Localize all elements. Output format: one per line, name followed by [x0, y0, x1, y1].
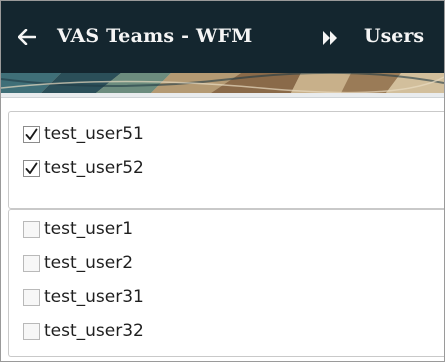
- list-item-test-user1[interactable]: test_user1: [23, 215, 133, 243]
- checkbox-unchecked[interactable]: [23, 254, 40, 272]
- checkmark-icon: [25, 128, 38, 140]
- list-item-test-user51[interactable]: test_user51: [23, 120, 144, 148]
- checkbox-checked[interactable]: [23, 125, 40, 143]
- checkbox-unchecked[interactable]: [23, 288, 40, 306]
- header-bar: VAS Teams - WFM Users: [1, 1, 444, 73]
- checkbox-checked[interactable]: [23, 159, 40, 177]
- back-button[interactable]: [13, 23, 41, 51]
- list-item-test-user52[interactable]: test_user52: [23, 154, 144, 182]
- checkmark-icon: [25, 162, 38, 174]
- checkbox-unchecked[interactable]: [23, 322, 40, 340]
- header-divider: [1, 93, 444, 98]
- user-label: test_user32: [44, 321, 144, 341]
- breadcrumb-team-link[interactable]: VAS Teams - WFM: [57, 25, 252, 47]
- list-item-test-user31[interactable]: test_user31: [23, 283, 144, 311]
- selected-users-list: test_user51 test_user52: [8, 111, 444, 209]
- user-label: test_user51: [44, 124, 144, 144]
- list-item-test-user32[interactable]: test_user32: [23, 317, 144, 345]
- header-decorative-band: [1, 73, 444, 93]
- list-item-test-user2[interactable]: test_user2: [23, 249, 133, 277]
- user-label: test_user52: [44, 158, 144, 178]
- user-label: test_user2: [44, 253, 134, 273]
- arrow-left-icon: [18, 29, 36, 45]
- checkbox-unchecked[interactable]: [23, 220, 40, 238]
- double-chevron-right-icon: [323, 31, 337, 45]
- user-label: test_user1: [44, 219, 134, 239]
- user-label: test_user31: [44, 287, 144, 307]
- available-users-list: test_user1 test_user2 test_user31 test_u…: [8, 209, 444, 357]
- breadcrumb-current-page: Users: [364, 25, 425, 47]
- users-panel: VAS Teams - WFM Users test_user51 test_u…: [0, 0, 445, 362]
